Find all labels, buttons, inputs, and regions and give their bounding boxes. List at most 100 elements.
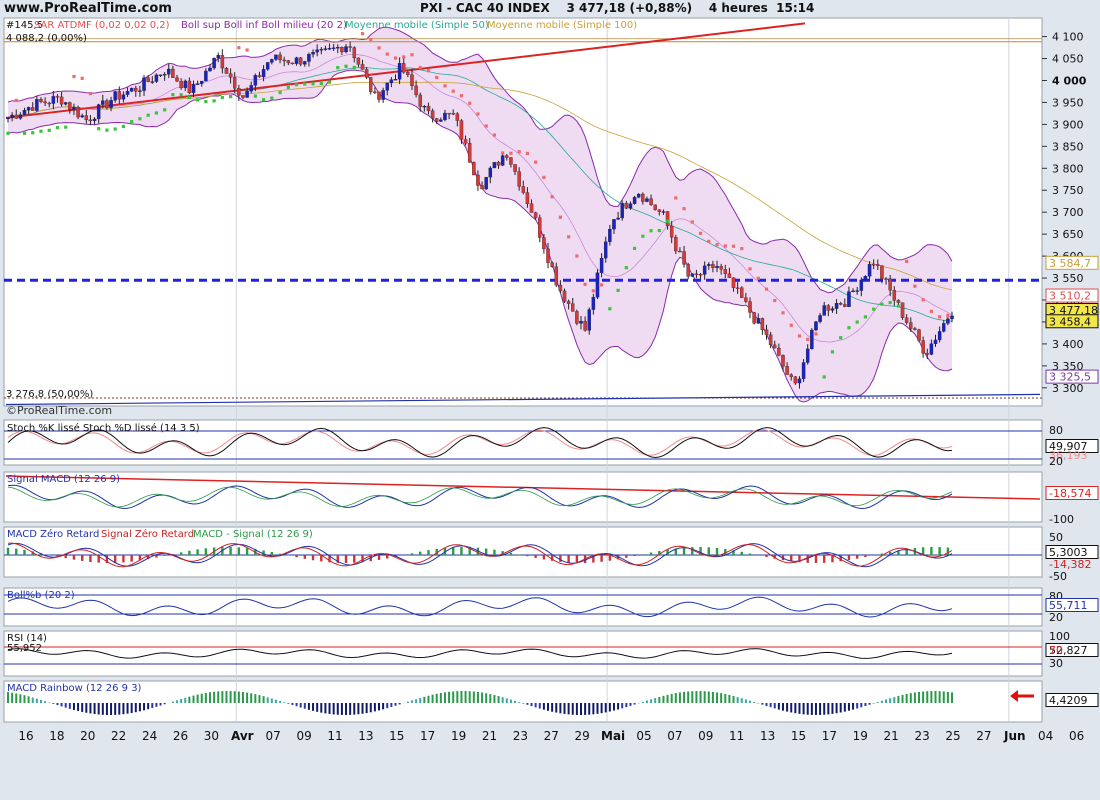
candle-down — [463, 139, 468, 144]
macd-histogram-bar — [641, 554, 645, 555]
candle-down — [418, 94, 422, 107]
sar-dot — [459, 94, 464, 98]
sar-dot — [946, 314, 950, 318]
rainbow-bar — [312, 703, 315, 711]
sar-dot — [204, 99, 208, 104]
rainbow-bar — [596, 703, 599, 714]
rainbow-bar — [485, 693, 488, 703]
macd-histogram-bar — [715, 547, 719, 555]
candle-down — [694, 273, 699, 275]
candle-down — [871, 264, 876, 266]
candle-down — [476, 174, 480, 186]
rainbow-bar — [340, 703, 343, 715]
candle-down — [843, 304, 847, 307]
rainbow-bar — [349, 703, 352, 715]
candle-down — [348, 46, 352, 48]
rainbow-bar — [658, 696, 661, 703]
rainbow-bar — [101, 703, 104, 715]
candle-up — [389, 79, 394, 83]
rainbow-bar — [695, 691, 698, 703]
candle-down — [529, 203, 534, 213]
candle-down — [876, 264, 880, 266]
sar-dot — [764, 287, 769, 291]
rainbow-bar — [806, 703, 809, 715]
price-chart: 8049,90736,19320-18,574-100505,3003-14,3… — [0, 0, 1100, 800]
sar-dot — [261, 98, 266, 102]
sar-dot — [39, 129, 43, 133]
sar-dot — [6, 131, 10, 135]
rainbow-bar — [15, 693, 18, 703]
candle-up — [125, 91, 130, 95]
rainbow-bar — [188, 696, 191, 703]
candle-down — [447, 112, 451, 115]
rainbow-bar — [707, 691, 710, 703]
sar-dot — [476, 112, 480, 116]
indicator-tick-label: 20 — [1049, 611, 1063, 624]
candle-up — [595, 272, 600, 298]
sar-dot — [303, 82, 307, 86]
macd-histogram-bar — [600, 555, 603, 562]
candle-up — [814, 321, 818, 331]
macd-histogram-bar — [526, 555, 529, 557]
macd-histogram-bar — [23, 549, 26, 555]
rainbow-bar — [11, 692, 14, 703]
rainbow-bar — [320, 703, 323, 713]
candle-up — [855, 290, 859, 292]
candle-down — [434, 118, 439, 122]
y-tick-label: 4 000 — [1052, 74, 1087, 87]
candle-down — [455, 113, 460, 121]
price-flag-text: 3 458,4 — [1049, 315, 1091, 328]
candle-up — [10, 114, 14, 119]
candle-up — [929, 343, 934, 355]
sar-dot — [311, 82, 315, 86]
x-tick-label: 07 — [667, 729, 682, 743]
rainbow-bar — [951, 692, 953, 703]
sar-dot — [360, 32, 365, 36]
sar-dot — [468, 101, 472, 105]
site-name[interactable]: www.ProRealTime.com — [4, 0, 172, 17]
candle-down — [175, 77, 179, 82]
x-tick-label: 05 — [636, 729, 651, 743]
candle-down — [55, 96, 60, 98]
sar-dot — [187, 95, 191, 100]
candle-down — [278, 54, 282, 61]
candle-down — [575, 311, 579, 324]
rainbow-bar — [295, 703, 298, 707]
rsi-value: 55,952 — [7, 643, 42, 654]
rainbow-bar — [287, 703, 290, 704]
candle-down — [764, 329, 769, 335]
candle-up — [797, 378, 802, 384]
rainbow-bar — [666, 694, 669, 703]
sar-dot — [212, 99, 216, 103]
rainbow-bar — [547, 703, 550, 711]
sar-dot — [72, 74, 76, 79]
macd-histogram-bar — [724, 548, 727, 555]
rainbow-bar — [221, 691, 224, 703]
rainbow-bar — [72, 703, 75, 710]
candle-down — [678, 250, 682, 253]
sar-dot — [624, 266, 628, 270]
rainbow-bar — [670, 693, 673, 703]
legend-sar: SAR ATDMF (0,02 0,02 0,2) — [34, 20, 170, 31]
macd-histogram-bar — [303, 555, 307, 559]
candle-up — [439, 119, 443, 122]
rainbow-bar — [551, 703, 554, 712]
candle-down — [896, 300, 901, 303]
sar-dot — [443, 84, 447, 88]
rainbow-bar — [233, 691, 236, 703]
candle-down — [641, 193, 645, 202]
candle-down — [340, 46, 344, 53]
macd-histogram-bar — [295, 555, 298, 558]
candle-down — [298, 57, 303, 65]
sar-dot — [97, 127, 101, 131]
rainbow-bar — [765, 703, 768, 706]
candle-down — [451, 113, 455, 115]
candle-up — [422, 105, 427, 108]
price-flag: 3 458,4 — [1045, 314, 1099, 329]
candle-down — [772, 344, 777, 349]
rainbow-bar — [126, 703, 129, 714]
candle-up — [579, 320, 583, 324]
candle-up — [628, 203, 633, 209]
candle-up — [109, 100, 113, 108]
sar-dot — [641, 234, 645, 238]
